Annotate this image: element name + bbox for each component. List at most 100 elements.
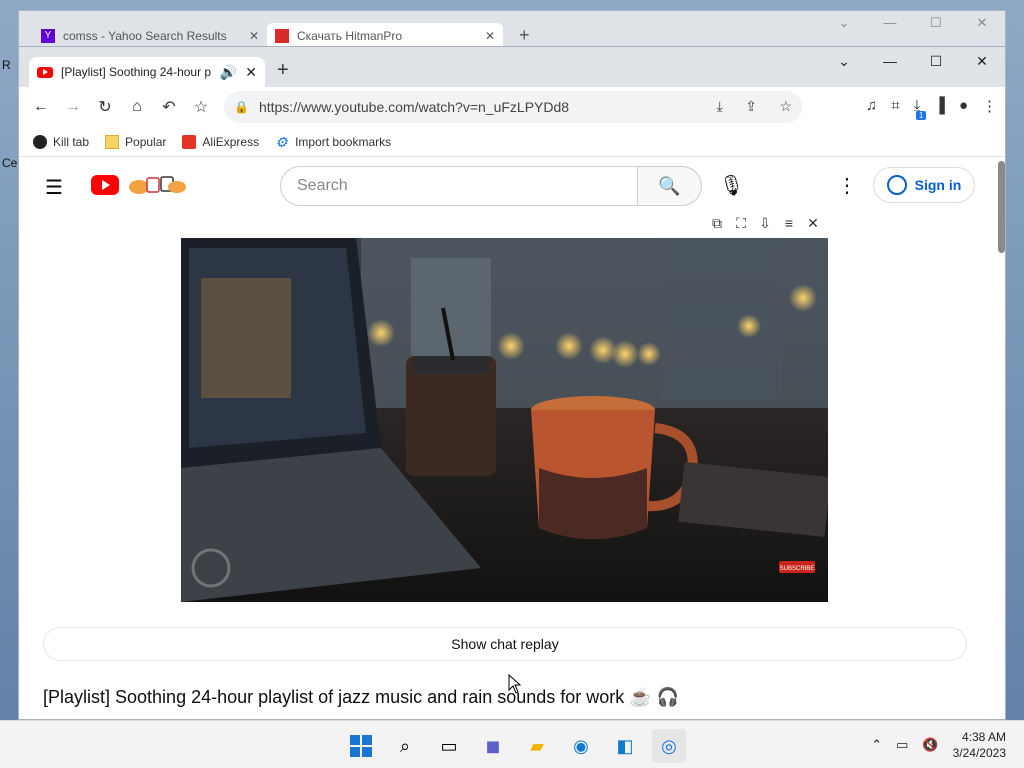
search-button[interactable]: 🔍: [638, 166, 702, 206]
bookmark-label: Import bookmarks: [295, 134, 392, 149]
gear-icon: ⚙: [275, 133, 288, 150]
close-button[interactable]: ✕: [959, 47, 1005, 77]
youtube-doodle[interactable]: [127, 173, 187, 197]
new-tab-button[interactable]: +: [519, 25, 530, 46]
edge-icon[interactable]: ◉: [564, 729, 598, 763]
close-icon[interactable]: ✕: [245, 64, 257, 81]
taskbar-apps: ⌕ ▭ ◼ ▰ ◉ ◧ ◎: [344, 729, 686, 763]
popout-icon[interactable]: ⧉: [709, 215, 725, 232]
video-frame: SUBSCRIBE: [181, 238, 828, 602]
tab-youtube-playlist[interactable]: [Playlist] Soothing 24-hour p 🔊 ✕: [29, 57, 265, 87]
video-player[interactable]: SUBSCRIBE: [181, 238, 828, 602]
share-icon[interactable]: ⇪: [745, 98, 757, 114]
github-icon: [33, 134, 47, 149]
youtube-logo[interactable]: [91, 175, 119, 195]
tab-label: Скачать HitmanPro: [297, 29, 403, 43]
mic-icon[interactable]: 🎙: [719, 173, 744, 198]
close-icon[interactable]: ✕: [805, 215, 821, 232]
windows-logo-icon: [350, 735, 372, 757]
video-title: [Playlist] Soothing 24-hour playlist of …: [43, 687, 680, 707]
chrome-icon[interactable]: ◎: [652, 729, 686, 763]
audio-playing-icon[interactable]: 🔊: [220, 64, 237, 81]
youtube-header: ☰ Search 🔍 🎙 ⋮ Sign in: [19, 157, 1005, 213]
bookmark-label: AliExpress: [202, 134, 260, 149]
browser-toolbar: ← → ↻ ⌂ ↶ ☆ 🔒 https://www.youtube.com/wa…: [19, 87, 1005, 127]
bookmark-import[interactable]: ⚙ Import bookmarks: [275, 135, 391, 149]
scrollbar[interactable]: [998, 161, 1005, 253]
taskbar: ⌕ ▭ ◼ ▰ ◉ ◧ ◎ ⌃ ▭ 🔇 4:38 AM 3/24/2023: [0, 720, 1024, 768]
page-content: ☰ Search 🔍 🎙 ⋮ Sign in ⧉ ⛶ ⇩ ≡ ✕ SUBSCRI…: [19, 157, 1005, 719]
tab-strip: [Playlist] Soothing 24-hour p 🔊 ✕ + ⌄ — …: [19, 47, 1005, 87]
chevron-up-icon[interactable]: ⌃: [871, 737, 882, 753]
media-control-icon[interactable]: ♫: [866, 97, 877, 115]
address-bar[interactable]: 🔒 https://www.youtube.com/watch?v=n_uFzL…: [224, 91, 802, 123]
signin-button[interactable]: Sign in: [873, 167, 975, 203]
bookmark-popular[interactable]: Popular: [105, 134, 167, 149]
tab-search-icon[interactable]: ⌄: [821, 15, 867, 31]
downloads-icon[interactable]: ⤓ 1: [914, 97, 927, 120]
chat-icon[interactable]: ◼: [476, 729, 510, 763]
menu-icon[interactable]: ☰: [45, 175, 63, 200]
download-video-icon[interactable]: ⇩: [757, 215, 773, 232]
show-chat-replay-button[interactable]: Show chat replay: [43, 627, 967, 661]
browser-menu-icon[interactable]: ⋮: [982, 97, 997, 115]
url-text[interactable]: https://www.youtube.com/watch?v=n_uFzLPY…: [259, 99, 699, 115]
close-icon[interactable]: ✕: [249, 29, 259, 43]
yahoo-favicon-icon: Y: [41, 29, 55, 43]
video-popout-controls: ⧉ ⛶ ⇩ ≡ ✕: [709, 215, 821, 232]
search-icon[interactable]: ⌕: [388, 729, 422, 763]
signin-label: Sign in: [914, 177, 962, 193]
close-icon[interactable]: ✕: [485, 29, 495, 43]
aliexpress-icon: [182, 134, 197, 149]
youtube-favicon-icon: [37, 66, 53, 78]
tab-label: [Playlist] Soothing 24-hour p: [61, 65, 212, 79]
browser-window: [Playlist] Soothing 24-hour p 🔊 ✕ + ⌄ — …: [18, 46, 1006, 720]
network-icon[interactable]: ▭: [896, 737, 908, 753]
folder-icon: [105, 134, 120, 149]
search-input[interactable]: Search: [280, 166, 638, 206]
minimize-button[interactable]: —: [867, 47, 913, 77]
task-view-icon[interactable]: ▭: [432, 729, 466, 763]
bookmarks-bar: Kill tab Popular AliExpress ⚙ Import book…: [19, 127, 1005, 157]
crop-icon[interactable]: ⌗: [891, 97, 899, 115]
tab-label: comss - Yahoo Search Results: [63, 29, 227, 43]
system-tray: ⌃ ▭ 🔇 4:38 AM 3/24/2023: [871, 729, 1006, 761]
desktop-icon-label: R: [2, 58, 11, 72]
store-icon[interactable]: ◧: [608, 729, 642, 763]
bookmark-aliexpress[interactable]: AliExpress: [182, 134, 260, 149]
bookmark-star-icon[interactable]: ☆: [779, 98, 792, 114]
forward-icon[interactable]: →: [57, 98, 89, 116]
fullscreen-icon[interactable]: ⛶: [733, 215, 749, 232]
start-button[interactable]: [344, 729, 378, 763]
home-icon[interactable]: ⌂: [121, 98, 153, 116]
profile-icon[interactable]: ●: [959, 97, 968, 115]
back-icon[interactable]: ←: [25, 98, 57, 116]
mouse-cursor-icon: [508, 674, 522, 694]
maximize-button[interactable]: ☐: [913, 15, 959, 31]
desktop-icon-label: Ce: [2, 156, 18, 170]
bookmark-kill-tab[interactable]: Kill tab: [33, 134, 90, 149]
clock-date: 3/24/2023: [952, 746, 1006, 760]
undo-close-tab-icon[interactable]: ↶: [153, 97, 185, 117]
maximize-button[interactable]: ☐: [913, 47, 959, 77]
file-explorer-icon[interactable]: ▰: [520, 729, 554, 763]
close-button[interactable]: ✕: [959, 15, 1005, 31]
reload-icon[interactable]: ↻: [89, 97, 121, 117]
bookmark-label: Kill tab: [53, 134, 90, 149]
new-tab-button[interactable]: +: [277, 59, 289, 82]
more-icon[interactable]: ⋮: [837, 173, 857, 198]
bookmark-label: Popular: [125, 134, 167, 149]
window-controls: ⌄ — ☐ ✕: [821, 47, 1005, 77]
search-icon: 🔍: [658, 175, 681, 196]
star-icon[interactable]: ☆: [185, 97, 217, 117]
volume-muted-icon[interactable]: 🔇: [922, 737, 938, 753]
lock-icon[interactable]: 🔒: [234, 100, 249, 114]
side-panel-icon[interactable]: ▐: [934, 97, 945, 115]
account-icon: [886, 175, 907, 195]
install-app-icon[interactable]: ⤓: [717, 98, 723, 114]
options-icon[interactable]: ≡: [781, 215, 797, 232]
minimize-button[interactable]: —: [867, 15, 913, 31]
extension-toolbar: ♫ ⌗ ⤓ 1 ▐ ● ⋮: [866, 97, 997, 120]
clock[interactable]: 4:38 AM 3/24/2023: [953, 729, 1006, 761]
tab-search-icon[interactable]: ⌄: [821, 47, 867, 77]
